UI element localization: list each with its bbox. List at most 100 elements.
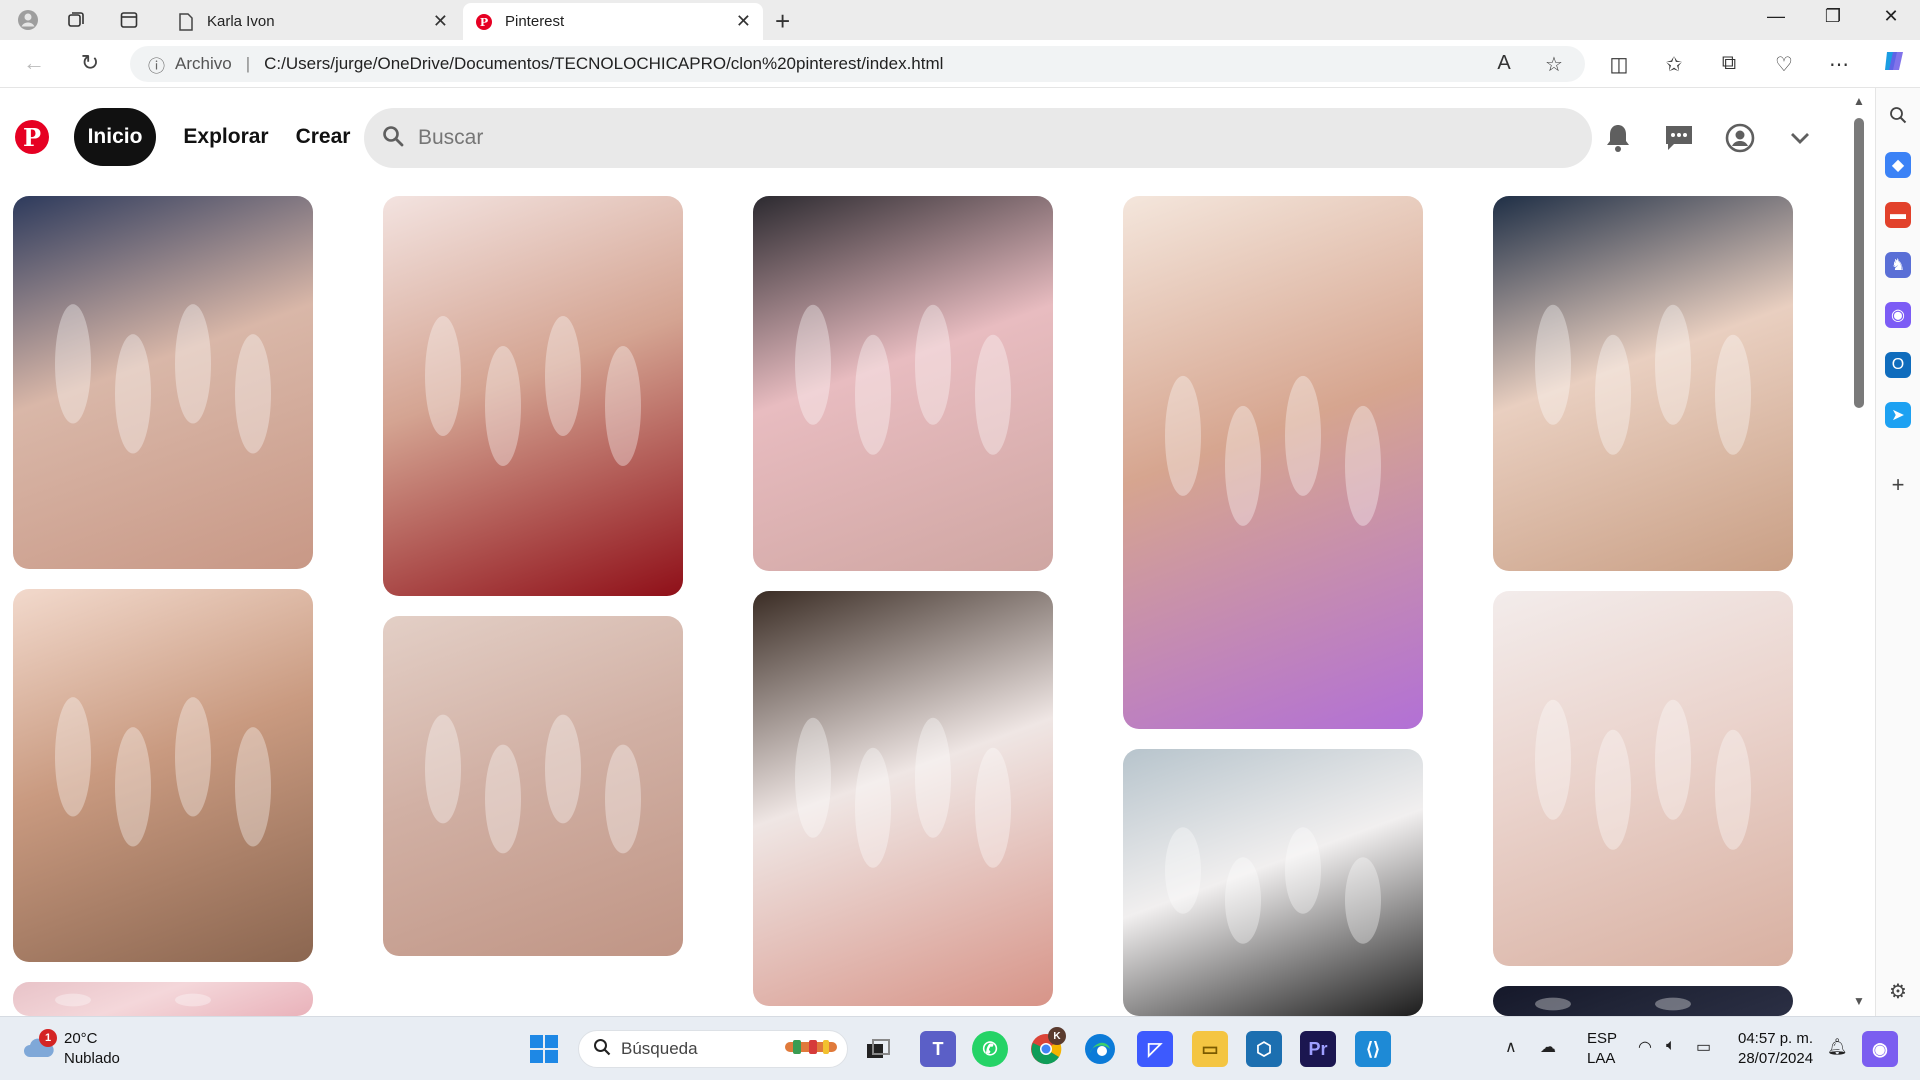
back-icon[interactable]: ← [20, 50, 48, 76]
copilot-icon[interactable]: ◉ [1885, 302, 1911, 328]
whatsapp-icon[interactable]: ✆ [972, 1031, 1008, 1067]
scroll-down-icon[interactable]: ▼ [1853, 994, 1865, 1008]
nav-crear[interactable]: Crear [290, 108, 356, 166]
toolbox-icon[interactable]: ▬ [1885, 202, 1911, 228]
minimize-icon[interactable]: — [1756, 6, 1796, 27]
address-bar[interactable]: ⓘ Archivo | C:/Users/jurge/OneDrive/Docu… [130, 46, 1585, 82]
browser-essentials-icon[interactable]: ♡ [1770, 52, 1798, 77]
clock-date[interactable]: 28/07/2024 [1738, 1049, 1813, 1068]
vertical-tabs-icon[interactable] [113, 6, 145, 34]
tab-karla-ivon[interactable]: Karla Ivon ✕ [165, 3, 460, 40]
photos-icon[interactable]: ◸ [1137, 1031, 1173, 1067]
pin-card[interactable] [753, 591, 1053, 1006]
pin-card[interactable] [1123, 749, 1423, 1016]
windows-start-icon[interactable] [526, 1031, 562, 1067]
copilot-icon[interactable] [1880, 48, 1908, 80]
edge-icon[interactable] [1082, 1031, 1118, 1067]
pin-image [795, 717, 1011, 868]
nail-shape [1345, 857, 1381, 944]
search-bar[interactable] [364, 108, 1592, 168]
tag-icon[interactable]: ◆ [1885, 152, 1911, 178]
nav-inicio[interactable]: Inicio [74, 108, 156, 166]
wifi-icon[interactable]: ◠ [1638, 1037, 1652, 1057]
favorite-star-icon[interactable]: ☆ [1540, 52, 1568, 77]
tab-close-icon[interactable]: ✕ [736, 11, 751, 32]
workspaces-icon[interactable] [60, 6, 92, 34]
pinterest-logo[interactable]: P [15, 120, 49, 154]
nail-shape [485, 346, 521, 466]
pin-card[interactable] [13, 196, 313, 569]
scroll-thumb[interactable] [1854, 118, 1864, 408]
taskbar-search[interactable]: Búsqueda [578, 1030, 848, 1068]
favorites-icon[interactable]: ✩ [1660, 52, 1688, 77]
pinterest-header: P Inicio Explorar Crear [0, 100, 1845, 176]
nav-explorar[interactable]: Explorar [180, 108, 272, 166]
document-icon [177, 12, 195, 31]
split-screen-icon[interactable]: ◫ [1605, 52, 1633, 77]
onedrive-icon[interactable]: ☁ [1540, 1037, 1556, 1057]
pin-image [1535, 997, 1691, 1011]
add-icon[interactable]: + [1885, 472, 1911, 498]
pin-card[interactable] [753, 196, 1053, 571]
read-aloud-icon[interactable]: A [1490, 52, 1518, 75]
pin-card[interactable] [13, 982, 313, 1016]
url-text[interactable]: C:/Users/jurge/OneDrive/Documentos/TECNO… [264, 54, 943, 74]
pin-card[interactable] [1493, 986, 1793, 1016]
more-options-icon[interactable]: ⋯ [1825, 52, 1853, 77]
tab-pinterest[interactable]: P Pinterest ✕ [463, 3, 763, 40]
nail-shape [1715, 729, 1751, 850]
pin-card[interactable] [1123, 196, 1423, 729]
pin-card[interactable] [383, 196, 683, 596]
page-scrollbar[interactable]: ▲ ▼ [1845, 88, 1875, 1016]
profile-icon[interactable] [1722, 120, 1758, 156]
tab-close-icon[interactable]: ✕ [433, 11, 448, 32]
games-icon[interactable]: ♞ [1885, 252, 1911, 278]
pin-image [795, 304, 1011, 455]
refresh-icon[interactable]: ↻ [76, 50, 104, 76]
search-input[interactable] [418, 126, 1518, 150]
pin-card[interactable] [1493, 196, 1793, 571]
premiere-icon[interactable]: Pr [1300, 1031, 1336, 1067]
copilot-icon[interactable]: ◉ [1862, 1031, 1898, 1067]
search-icon[interactable] [1885, 102, 1911, 128]
battery-icon[interactable]: ▭ [1696, 1037, 1711, 1057]
profile-icon[interactable] [12, 6, 44, 34]
close-window-icon[interactable]: ✕ [1871, 6, 1911, 27]
nail-shape [1715, 334, 1751, 455]
file-explorer-icon[interactable]: ▭ [1192, 1031, 1228, 1067]
taskbar-search-label: Búsqueda [621, 1039, 698, 1058]
clock-time[interactable]: 04:57 p. m. [1738, 1029, 1813, 1048]
show-hidden-icons-icon[interactable]: ∧ [1505, 1037, 1517, 1057]
pin-card[interactable] [13, 589, 313, 962]
teams-icon[interactable]: T [920, 1031, 956, 1067]
send-icon[interactable]: ➤ [1885, 402, 1911, 428]
edge-sidebar: ◆ ▬ ♞ ◉ O ➤ + ⚙ [1875, 88, 1920, 1016]
pin-card[interactable] [1493, 591, 1793, 966]
weather-badge: 1 [39, 1029, 57, 1047]
nail-shape [1595, 334, 1631, 455]
scroll-up-icon[interactable]: ▲ [1853, 94, 1865, 108]
info-icon[interactable]: ⓘ [148, 52, 165, 77]
nail-shape [1655, 699, 1691, 820]
settings-icon[interactable]: ⚙ [1885, 978, 1911, 1004]
bell-icon[interactable] [1600, 120, 1636, 156]
virtualbox-icon[interactable]: ⬡ [1246, 1031, 1282, 1067]
pinterest-favicon: P [475, 13, 493, 31]
messages-icon[interactable] [1661, 120, 1697, 156]
chevron-down-icon[interactable] [1782, 120, 1818, 156]
nail-shape [1285, 827, 1321, 914]
volume-icon[interactable]: 🔈︎ [1666, 1037, 1676, 1055]
restore-icon[interactable]: ❐ [1813, 6, 1853, 27]
pin-card[interactable] [383, 616, 683, 956]
outlook-icon[interactable]: O [1885, 352, 1911, 378]
collections-icon[interactable]: ⧉ [1715, 52, 1743, 75]
new-tab-icon[interactable]: + [775, 6, 790, 37]
task-view-icon[interactable] [860, 1031, 896, 1067]
lang-line-1[interactable]: ESP [1587, 1029, 1617, 1048]
vscode-icon[interactable]: ⟨⟩ [1355, 1031, 1391, 1067]
notifications-icon[interactable]: 🔔︎ [1827, 1037, 1847, 1057]
nail-shape [1285, 375, 1321, 496]
nail-shape [1225, 857, 1261, 944]
search-highlight-icon [783, 1036, 839, 1063]
lang-line-2[interactable]: LAA [1587, 1049, 1615, 1068]
